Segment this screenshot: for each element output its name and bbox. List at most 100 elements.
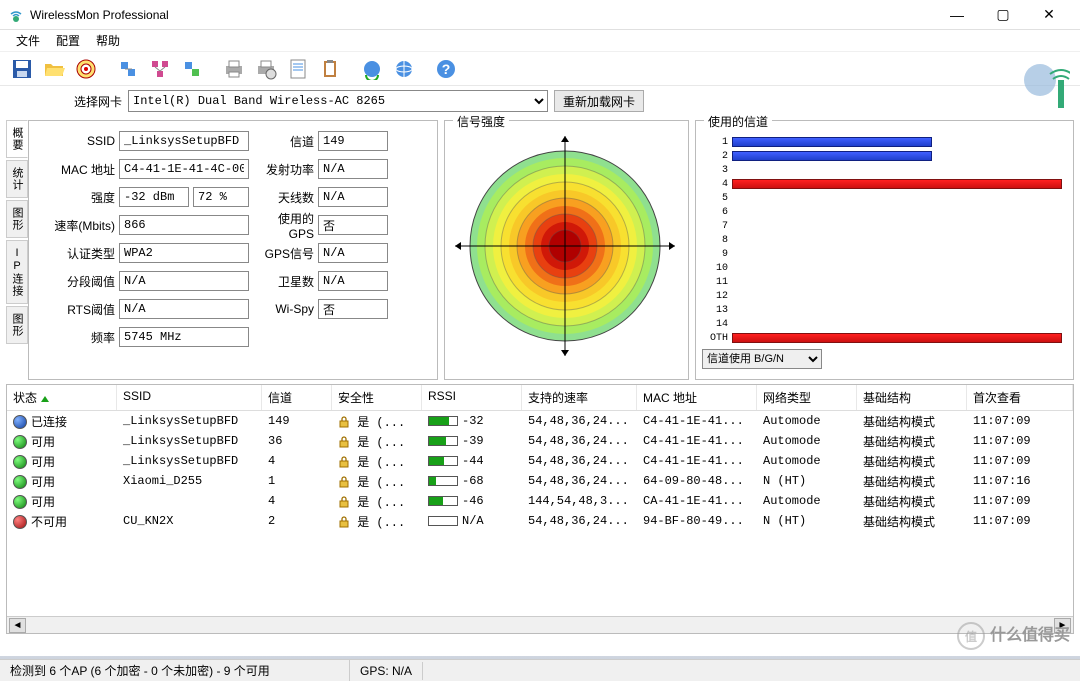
channel-bar bbox=[732, 137, 932, 147]
ap-list-row[interactable]: 可用_LinksysSetupBFD4 是 (...-4454,48,36,24… bbox=[7, 451, 1073, 471]
open-icon[interactable] bbox=[40, 55, 68, 83]
strength-dbm-field[interactable] bbox=[119, 187, 189, 207]
col-nettype[interactable]: 网络类型 bbox=[757, 385, 857, 410]
rssi-bar bbox=[428, 456, 458, 466]
rssi-bar bbox=[428, 416, 458, 426]
ap-list-row[interactable]: 不可用CU_KN2X2 是 (...N/A54,48,36,24...94-BF… bbox=[7, 511, 1073, 531]
channel-number: 2 bbox=[702, 151, 728, 162]
channel-number: 4 bbox=[702, 179, 728, 190]
menu-help[interactable]: 帮助 bbox=[88, 30, 128, 51]
col-rssi[interactable]: RSSI bbox=[422, 385, 522, 410]
mac-label: MAC 地址 bbox=[35, 161, 115, 178]
print-setup-icon[interactable] bbox=[252, 55, 280, 83]
lock-icon bbox=[338, 436, 350, 450]
ap-list-row[interactable]: 可用_LinksysSetupBFD36 是 (...-3954,48,36,2… bbox=[7, 431, 1073, 451]
save-icon[interactable] bbox=[8, 55, 36, 83]
tab-ipconn[interactable]: IP连接 bbox=[6, 240, 28, 304]
lock-icon bbox=[338, 416, 350, 430]
status-dot-icon bbox=[13, 515, 27, 529]
strength-pct-field[interactable] bbox=[193, 187, 249, 207]
menu-file[interactable]: 文件 bbox=[8, 30, 48, 51]
rts-field[interactable] bbox=[119, 299, 249, 319]
gps-used-field[interactable] bbox=[318, 215, 388, 235]
wispy-field[interactable] bbox=[318, 299, 388, 319]
tab-graph[interactable]: 图形 bbox=[6, 200, 28, 238]
col-rates[interactable]: 支持的速率 bbox=[522, 385, 637, 410]
rate-field[interactable] bbox=[119, 215, 249, 235]
frag-label: 分段阈值 bbox=[35, 273, 115, 290]
ap-list-header: 状态 SSID 信道 安全性 RSSI 支持的速率 MAC 地址 网络类型 基础… bbox=[7, 385, 1073, 411]
side-tabs: 概要 统计 图形 IP连接 图形 bbox=[6, 120, 28, 380]
tab-graph2[interactable]: 图形 bbox=[6, 306, 28, 344]
channel-number: 12 bbox=[702, 291, 728, 302]
auth-field[interactable] bbox=[119, 243, 249, 263]
col-security[interactable]: 安全性 bbox=[332, 385, 422, 410]
adapter-label: 选择网卡 bbox=[74, 93, 122, 110]
net1-icon[interactable] bbox=[114, 55, 142, 83]
ap-list-row[interactable]: 可用4 是 (...-46144,54,48,3...CA-41-1E-41..… bbox=[7, 491, 1073, 511]
auth-label: 认证类型 bbox=[35, 245, 115, 262]
wispy-label: Wi-Spy bbox=[259, 302, 314, 316]
channel-field[interactable] bbox=[318, 131, 388, 151]
sort-indicator-icon bbox=[41, 396, 49, 402]
status-dot-icon bbox=[13, 435, 27, 449]
reload-adapter-button[interactable]: 重新加载网卡 bbox=[554, 90, 644, 112]
app-logo bbox=[1020, 60, 1070, 110]
scroll-left-icon[interactable]: ◄ bbox=[9, 618, 26, 633]
net2-icon[interactable] bbox=[146, 55, 174, 83]
channel-number: OTH bbox=[702, 333, 728, 344]
col-mac[interactable]: MAC 地址 bbox=[637, 385, 757, 410]
connection-fields: SSID 信道 MAC 地址 发射功率 强度 天线数 速率(Mbits) 使用的… bbox=[28, 120, 438, 380]
channel-row: 9 bbox=[702, 247, 1067, 261]
rate-label: 速率(Mbits) bbox=[35, 217, 115, 234]
txpower-field[interactable] bbox=[318, 159, 388, 179]
tab-stats[interactable]: 统计 bbox=[6, 160, 28, 198]
clipboard-icon[interactable] bbox=[316, 55, 344, 83]
channel-row: 8 bbox=[702, 233, 1067, 247]
channel-bar bbox=[732, 333, 1062, 343]
col-infra[interactable]: 基础结构 bbox=[857, 385, 967, 410]
satellite-field[interactable] bbox=[318, 271, 388, 291]
col-firstseen[interactable]: 首次查看 bbox=[967, 385, 1073, 410]
freq-field[interactable] bbox=[119, 327, 249, 347]
adapter-select[interactable]: Intel(R) Dual Band Wireless-AC 8265 bbox=[128, 90, 548, 112]
minimize-button[interactable]: — bbox=[934, 0, 980, 30]
menubar: 文件 配置 帮助 bbox=[0, 30, 1080, 52]
target-icon[interactable] bbox=[72, 55, 100, 83]
channel-band-select[interactable]: 信道使用 B/G/N bbox=[702, 349, 822, 369]
mac-field[interactable] bbox=[119, 159, 249, 179]
net3-icon[interactable] bbox=[178, 55, 206, 83]
svg-text:?: ? bbox=[442, 61, 451, 77]
frag-field[interactable] bbox=[119, 271, 249, 291]
close-button[interactable]: ✕ bbox=[1026, 0, 1072, 30]
col-channel[interactable]: 信道 bbox=[262, 385, 332, 410]
menu-config[interactable]: 配置 bbox=[48, 30, 88, 51]
help-icon[interactable]: ? bbox=[432, 55, 460, 83]
log-icon[interactable] bbox=[284, 55, 312, 83]
channel-usage-box: 使用的信道 1234567891011121314OTH 信道使用 B/G/N bbox=[695, 120, 1074, 380]
tab-summary[interactable]: 概要 bbox=[6, 120, 28, 158]
signal-title: 信号强度 bbox=[453, 113, 509, 130]
channel-row: OTH bbox=[702, 331, 1067, 345]
col-ssid[interactable]: SSID bbox=[117, 385, 262, 410]
status-dot-icon bbox=[13, 475, 27, 489]
status-dot-icon bbox=[13, 495, 27, 509]
channel-number: 7 bbox=[702, 221, 728, 232]
printer-icon[interactable] bbox=[220, 55, 248, 83]
watermark: 值 什么值得买 bbox=[956, 621, 1070, 651]
globe-icon[interactable] bbox=[390, 55, 418, 83]
channel-row: 13 bbox=[702, 303, 1067, 317]
col-status[interactable]: 状态 bbox=[7, 385, 117, 410]
app-icon bbox=[8, 7, 24, 23]
status-dot-icon bbox=[13, 455, 27, 469]
rssi-bar bbox=[428, 436, 458, 446]
globe-refresh-icon[interactable] bbox=[358, 55, 386, 83]
ap-list-row[interactable]: 可用Xiaomi_D2551 是 (...-6854,48,36,24...64… bbox=[7, 471, 1073, 491]
gps-signal-field[interactable] bbox=[318, 243, 388, 263]
ap-list-row[interactable]: 已连接_LinksysSetupBFD149 是 (...-3254,48,36… bbox=[7, 411, 1073, 431]
antenna-field[interactable] bbox=[318, 187, 388, 207]
ssid-field[interactable] bbox=[119, 131, 249, 151]
maximize-button[interactable]: ▢ bbox=[980, 0, 1026, 30]
channel-number: 1 bbox=[702, 137, 728, 148]
horizontal-scrollbar[interactable]: ◄ ► bbox=[7, 616, 1073, 633]
